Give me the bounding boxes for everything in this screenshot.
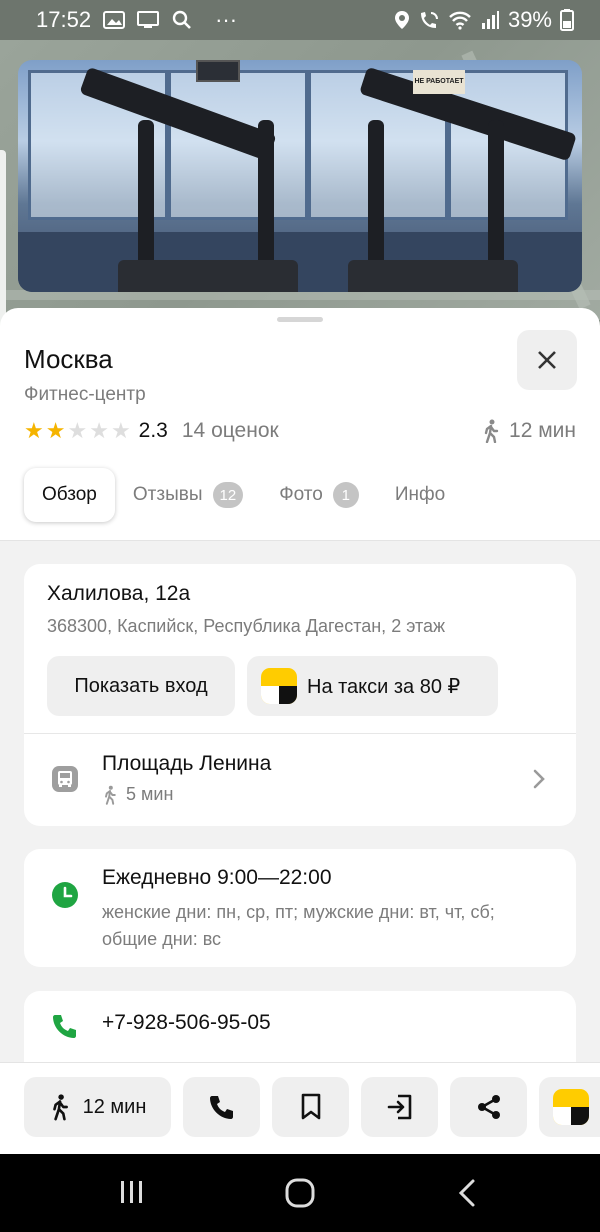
reviews-count-badge: 12 [212,482,244,508]
tab-bar: Обзор Отзывы 12 Фото 1 Инфо [24,468,463,522]
walking-person-icon [52,1094,68,1121]
bus-stop-icon [52,766,78,792]
hours-main: Ежедневно 9:00—22:00 [102,866,332,889]
status-time: 17:52 [36,7,92,32]
location-icon [394,11,409,29]
route-button[interactable]: 12 мин [24,1077,171,1137]
signal-icon [481,11,499,29]
tab-photos[interactable]: Фото 1 [261,468,377,522]
place-category: Фитнес-центр [24,384,146,405]
show-entrance-button[interactable]: Показать вход [47,656,235,716]
place-card-sheet: Москва Фитнес-центр ★ ★ ★ ★ ★ 2.3 14 оце… [0,308,600,1068]
star-empty-icon: ★ [89,418,109,443]
back-icon[interactable] [456,1178,478,1208]
close-button[interactable] [517,330,577,390]
address-card: Халилова, 12а 368300, Каспийск, Республи… [24,564,576,826]
battery-percent: 39% [507,7,552,32]
phone-card[interactable]: +7-928-506-95-05 [24,991,576,1068]
tab-label: Обзор [42,484,97,505]
address-street[interactable]: Халилова, 12а [47,582,190,606]
wifi-call-icon [420,12,438,28]
tab-reviews[interactable]: Отзывы 12 [115,468,261,522]
share-icon [477,1095,500,1119]
screen-icon [137,11,160,28]
entrance-button[interactable] [361,1077,438,1137]
entrance-icon [387,1094,411,1120]
star-filled-icon: ★ [24,418,44,443]
system-nav-bar [0,1154,600,1232]
home-icon[interactable] [284,1178,316,1208]
hours-note: женские дни: пн, ср, пт; мужские дни: вт… [102,902,495,949]
taxi-label: На такси за 80 ₽ [307,675,461,698]
hours-card[interactable]: Ежедневно 9:00—22:00 женские дни: пн, ср… [24,849,576,967]
rating-row[interactable]: ★ ★ ★ ★ ★ 2.3 14 оценок 12 мин [24,418,576,444]
recent-apps-icon[interactable] [118,1178,146,1206]
status-bar: 17:52 ··· 39% [0,0,600,40]
address-full: 368300, Каспийск, Республика Дагестан, 2… [47,616,446,636]
photos-count-badge: 1 [332,482,359,508]
wifi-icon [449,11,471,30]
phone-number[interactable]: +7-928-506-95-05 [102,1011,271,1035]
bookmark-button[interactable] [272,1077,349,1137]
tab-label: Отзывы [132,484,203,505]
tab-label: Инфо [394,484,446,505]
transit-walk: 5 мин [102,784,173,805]
overview-content[interactable]: Халилова, 12а 368300, Каспийск, Республи… [0,540,600,1068]
action-bar: 12 мин [0,1062,600,1154]
chevron-right-icon[interactable] [532,768,546,790]
bookmark-icon [301,1093,320,1120]
rating-count[interactable]: 14 оценок [182,419,279,443]
tab-overview[interactable]: Обзор [24,468,115,522]
walking-person-icon [484,419,499,443]
yandex-taxi-icon [261,668,297,704]
rating-value: 2.3 [138,419,168,442]
clock-icon [52,882,78,908]
tab-label: Фото [279,484,323,505]
star-empty-icon: ★ [67,418,88,443]
call-button[interactable] [183,1077,260,1137]
star-empty-icon: ★ [110,418,131,443]
walk-time: 12 мин [481,419,576,443]
close-icon [538,351,556,369]
divider [24,733,576,734]
transit-walk-time: 5 мин [126,784,174,804]
photo-sign: НЕ РАБОТАЕТ [413,70,465,94]
taxi-button[interactable]: На такси за 80 ₽ [247,656,498,716]
phone-icon [53,1015,76,1038]
show-entrance-label: Показать вход [74,674,208,697]
walk-time-value: 12 мин [509,419,576,442]
status-more: ··· [215,7,238,32]
place-title: Москва [24,344,113,374]
walking-person-icon [105,785,116,805]
star-filled-icon: ★ [45,418,66,443]
yandex-taxi-icon [553,1089,589,1125]
phone-icon [209,1096,233,1119]
place-photo[interactable]: НЕ РАБОТАЕТ [18,60,582,292]
search-icon [172,10,191,29]
tab-info[interactable]: Инфо [377,468,463,522]
rating-stars: ★ ★ ★ ★ ★ [24,420,131,442]
transit-stop-name[interactable]: Площадь Ленина [102,752,271,776]
battery-icon [560,9,574,31]
taxi-action-button[interactable] [539,1077,600,1137]
sheet-grabber[interactable] [277,317,323,322]
share-button[interactable] [450,1077,527,1137]
gallery-icon [103,11,126,29]
route-time-label: 12 мин [82,1095,147,1118]
